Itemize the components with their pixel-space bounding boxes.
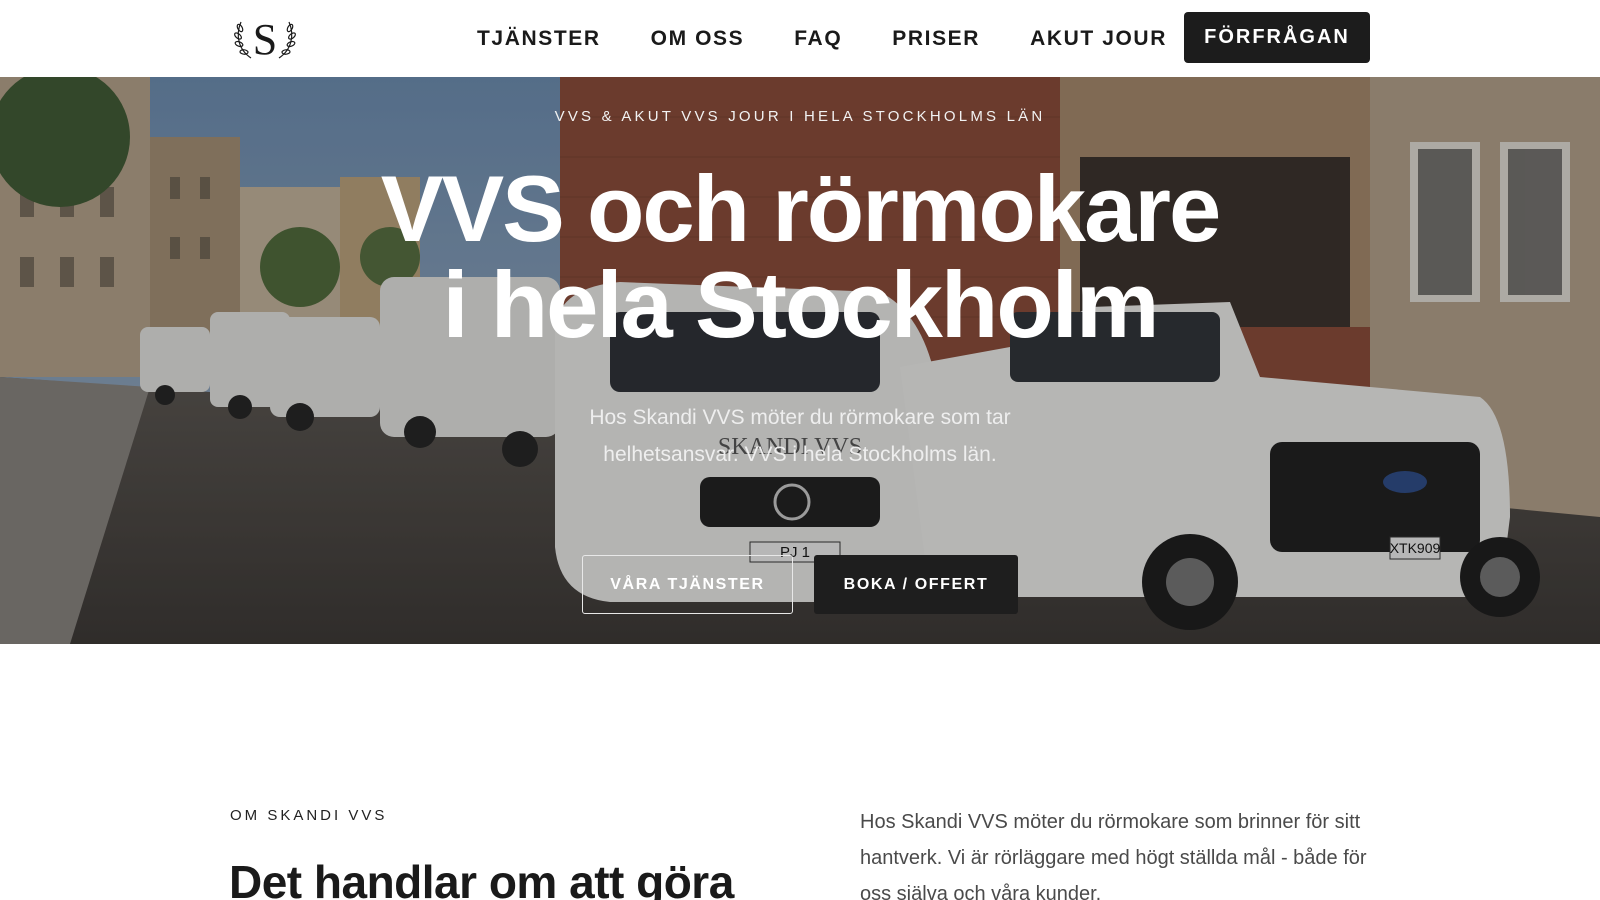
nav-link-tjanster[interactable]: TJÄNSTER: [477, 27, 601, 51]
about-text: Hos Skandi VVS möter du rörmokare som br…: [860, 811, 1367, 900]
hero-title-line-2: i hela Stockholm: [442, 252, 1160, 357]
logo[interactable]: S: [229, 14, 301, 64]
book-quote-button[interactable]: BOKA / OFFERT: [814, 555, 1018, 614]
request-button[interactable]: FÖRFRÅGAN: [1184, 12, 1370, 63]
logo-letter: S: [253, 15, 277, 62]
about-eyebrow: OM SKANDI VVS: [230, 807, 388, 824]
about-heading: Det handlar om att göra: [229, 856, 734, 900]
hero-title-line-1: VVS och rörmokare: [380, 156, 1221, 261]
nav-link-akut-jour[interactable]: AKUT JOUR: [1030, 27, 1167, 51]
nav-link-om-oss[interactable]: OM OSS: [651, 27, 745, 51]
hero-section: PJ 1 SKANDI VVS XTK909 VVS & AKUT VVS JO…: [0, 77, 1600, 644]
hero-eyebrow: VVS & AKUT VVS JOUR I HELA STOCKHOLMS LÄ…: [554, 108, 1046, 125]
main-nav: TJÄNSTER OM OSS FAQ PRISER AKUT JOUR: [477, 0, 1217, 77]
nav-link-priser[interactable]: PRISER: [892, 27, 980, 51]
site-header: S TJÄNSTER OM OSS FAQ PRISER AKUT JOUR F…: [0, 0, 1600, 77]
hero-title: VVS och rörmokare i hela Stockholm: [0, 161, 1600, 353]
our-services-button[interactable]: VÅRA TJÄNSTER: [582, 555, 793, 614]
nav-link-faq[interactable]: FAQ: [794, 27, 842, 51]
hero-subtitle: Hos Skandi VVS möter du rörmokare som ta…: [589, 406, 1011, 466]
